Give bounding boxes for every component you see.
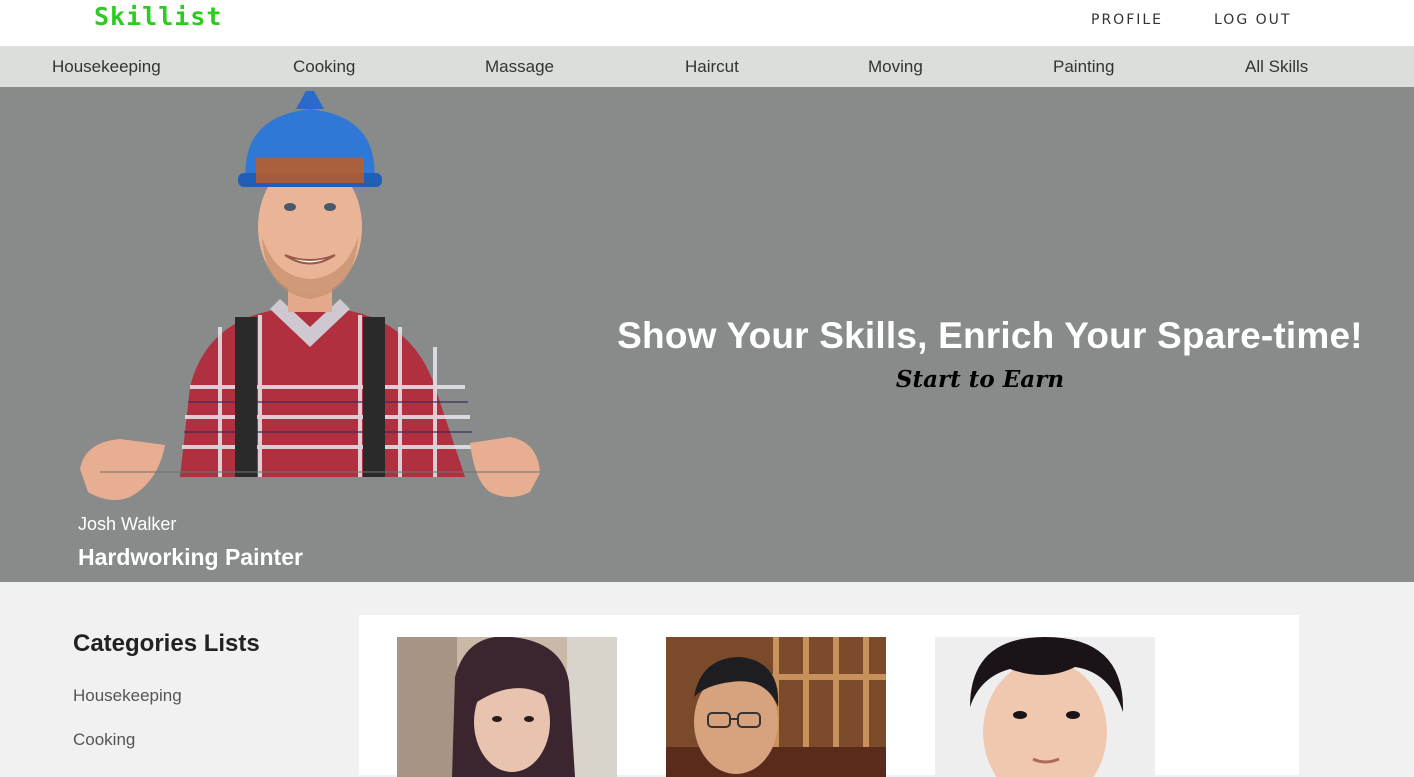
categories-sidebar: Categories Lists Housekeeping Cooking <box>73 630 333 749</box>
featured-worker-title: Hardworking Painter <box>78 544 303 570</box>
top-header: Skillist PROFILE LOG OUT <box>0 0 1414 46</box>
nav-painting[interactable]: Painting <box>1053 57 1114 77</box>
woman-portrait-avatar <box>397 637 617 777</box>
nav-cooking[interactable]: Cooking <box>293 57 355 77</box>
nav-haircut[interactable]: Haircut <box>685 57 739 77</box>
man-portrait-avatar <box>935 637 1155 777</box>
profile-card[interactable] <box>935 637 1155 777</box>
sidebar-item-housekeeping[interactable]: Housekeeping <box>73 686 182 706</box>
hero-tagline: Start to Earn <box>895 366 1065 393</box>
category-nav: Housekeeping Cooking Massage Haircut Mov… <box>0 46 1414 87</box>
logout-link[interactable]: LOG OUT <box>1214 12 1291 28</box>
profile-link[interactable]: PROFILE <box>1091 12 1163 28</box>
brand-logo[interactable]: Skillist <box>94 2 222 31</box>
sidebar-title: Categories Lists <box>73 630 260 657</box>
profile-card[interactable] <box>666 637 886 777</box>
featured-worker-name: Josh Walker <box>78 514 177 534</box>
sidebar-item-cooking[interactable]: Cooking <box>73 730 135 750</box>
man-glasses-portrait-avatar <box>666 637 886 777</box>
nav-massage[interactable]: Massage <box>485 57 554 77</box>
worker-illustration <box>80 91 540 517</box>
nav-moving[interactable]: Moving <box>868 57 923 77</box>
nav-all-skills[interactable]: All Skills <box>1245 57 1308 77</box>
nav-housekeeping[interactable]: Housekeeping <box>52 57 161 77</box>
hero-banner: Josh Walker Hardworking Painter Show You… <box>0 87 1414 582</box>
profile-card[interactable] <box>397 637 617 777</box>
profile-cards <box>359 615 1299 777</box>
hero-headline: Show Your Skills, Enrich Your Spare-time… <box>617 315 1363 356</box>
